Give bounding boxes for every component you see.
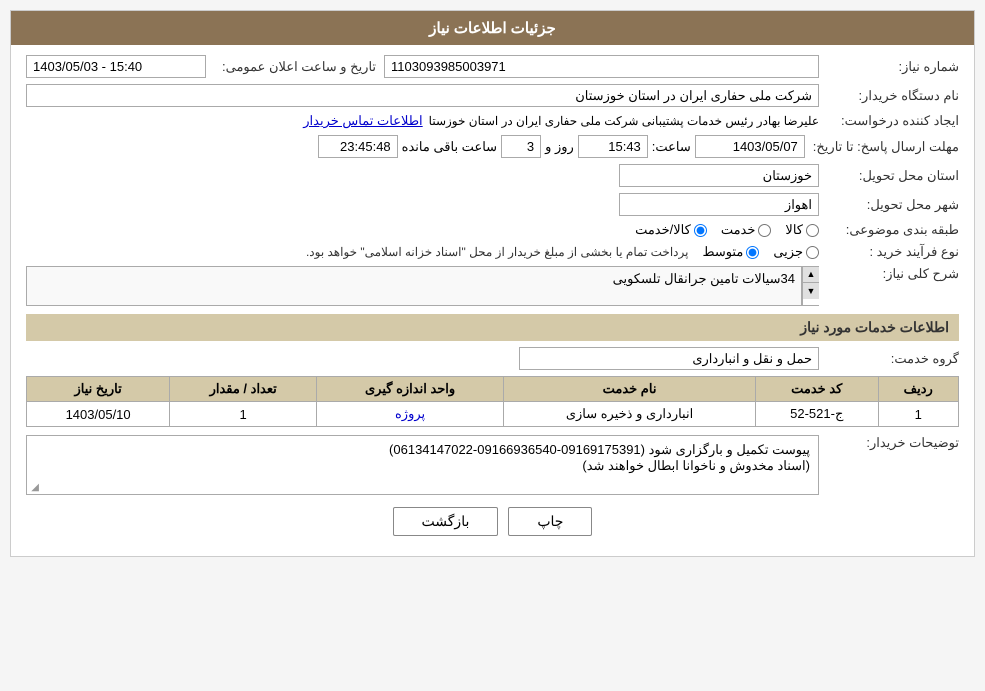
category-goods-service-option[interactable]: کالا/خدمت — [635, 222, 707, 238]
reply-remaining-label: ساعت باقی مانده — [402, 139, 497, 155]
category-goods-radio[interactable] — [806, 224, 819, 237]
announcement-label: تاریخ و ساعت اعلان عمومی: — [214, 59, 376, 75]
buyer-notes-value: پیوست تکمیل و بارگزاری شود (09169175391-… — [26, 435, 819, 495]
category-service-label: خدمت — [721, 222, 756, 238]
purchase-type-label: نوع فرآیند خرید : — [819, 244, 959, 260]
print-button[interactable]: چاپ — [508, 507, 592, 536]
city-label: شهر محل تحویل: — [819, 197, 959, 213]
buyer-name-label: نام دستگاه خریدار: — [819, 88, 959, 104]
service-group-label: گروه خدمت: — [819, 351, 959, 367]
purchase-type-2-label: متوسط — [702, 244, 743, 260]
col-header-row: ردیف — [878, 377, 959, 402]
cell-row: 1 — [878, 402, 959, 427]
category-service-option[interactable]: خدمت — [721, 222, 772, 238]
city-input[interactable] — [619, 193, 819, 216]
reply-days-input[interactable] — [501, 135, 541, 158]
purchase-type-1-label: جزیی — [773, 244, 803, 260]
creator-contact-link[interactable]: اطلاعات تماس خریدار — [303, 113, 422, 129]
action-buttons: چاپ بازگشت — [26, 507, 959, 536]
province-label: استان محل تحویل: — [819, 168, 959, 184]
page-header: جزئیات اطلاعات نیاز — [11, 11, 974, 45]
purchase-type-2-option[interactable]: متوسط — [702, 244, 759, 260]
col-header-unit: واحد اندازه گیری — [317, 377, 504, 402]
purchase-note: پرداخت تمام یا بخشی از مبلغ خریدار از مح… — [306, 245, 689, 259]
description-value: 34سیالات تامین جرانقال تلسکویی — [26, 266, 802, 306]
cell-qty: 1 — [170, 402, 317, 427]
reply-deadline-label: مهلت ارسال پاسخ: تا تاریخ: — [805, 139, 959, 155]
province-input[interactable] — [619, 164, 819, 187]
reply-time-input[interactable] — [578, 135, 648, 158]
back-button[interactable]: بازگشت — [393, 507, 499, 536]
buyer-notes-text: پیوست تکمیل و بارگزاری شود (09169175391-… — [389, 442, 810, 473]
services-table: ردیف کد خدمت نام خدمت واحد اندازه گیری ت… — [26, 376, 959, 427]
need-number-label: شماره نیاز: — [819, 59, 959, 75]
col-header-name: نام خدمت — [504, 377, 756, 402]
cell-unit: پروژه — [317, 402, 504, 427]
reply-remaining-input[interactable] — [318, 135, 398, 158]
scroll-up-btn[interactable]: ▲ — [803, 267, 819, 283]
scroll-down-btn[interactable]: ▼ — [803, 283, 819, 299]
reply-date-input[interactable] — [695, 135, 805, 158]
buyer-name-input[interactable] — [26, 84, 819, 107]
category-goods-option[interactable]: کالا — [785, 222, 819, 238]
purchase-type-2-radio[interactable] — [746, 246, 759, 259]
col-header-qty: تعداد / مقدار — [170, 377, 317, 402]
reply-time-label: ساعت: — [652, 139, 691, 155]
category-label: طبقه بندی موضوعی: — [819, 222, 959, 238]
resize-handle[interactable]: ◢ — [27, 482, 39, 494]
category-goods-label: کالا — [785, 222, 803, 238]
category-service-radio[interactable] — [758, 224, 771, 237]
col-header-date: تاریخ نیاز — [27, 377, 170, 402]
buyer-notes-label: توضیحات خریدار: — [819, 435, 959, 451]
col-header-code: کد خدمت — [755, 377, 878, 402]
creator-value: علیرضا بهادر رئیس خدمات پشتیبانی شرکت مل… — [429, 114, 819, 128]
services-section-label: اطلاعات خدمات مورد نیاز — [26, 314, 959, 341]
category-goods-service-radio[interactable] — [694, 224, 707, 237]
cell-code: ج-521-52 — [755, 402, 878, 427]
announcement-input[interactable] — [26, 55, 206, 78]
need-number-input[interactable] — [384, 55, 819, 78]
description-scrollbar[interactable]: ▲ ▼ — [802, 266, 819, 306]
category-goods-service-label: کالا/خدمت — [635, 222, 691, 238]
description-label: شرح کلی نیاز: — [819, 266, 959, 282]
reply-days-label: روز و — [545, 139, 574, 155]
table-row: 1 ج-521-52 انبارداری و ذخیره سازی پروژه … — [27, 402, 959, 427]
purchase-type-1-radio[interactable] — [806, 246, 819, 259]
cell-name: انبارداری و ذخیره سازی — [504, 402, 756, 427]
purchase-type-1-option[interactable]: جزیی — [773, 244, 819, 260]
creator-label: ایجاد کننده درخواست: — [819, 113, 959, 129]
service-group-input[interactable] — [519, 347, 819, 370]
cell-date: 1403/05/10 — [27, 402, 170, 427]
